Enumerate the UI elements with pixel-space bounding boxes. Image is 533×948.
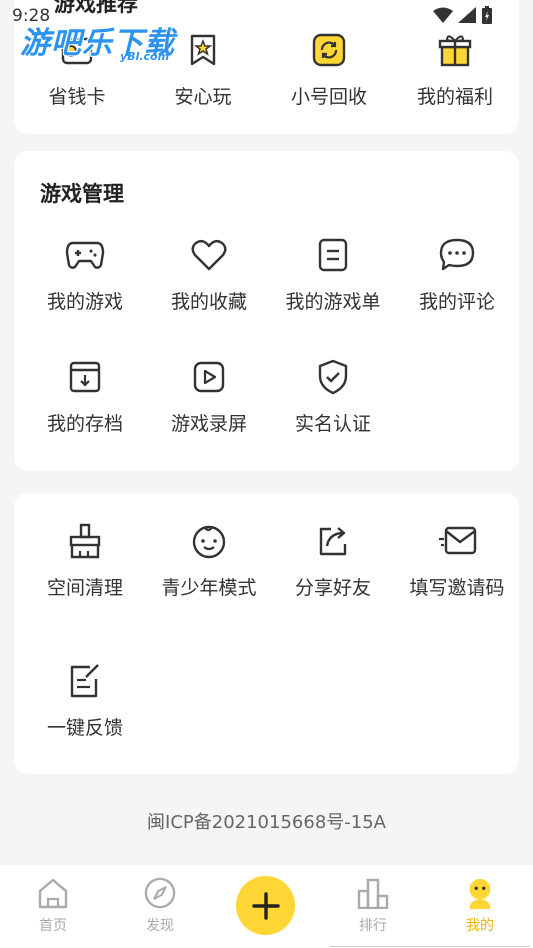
compass-icon — [144, 877, 176, 909]
plus-icon — [251, 891, 280, 920]
my-favorites-label: 我的收藏 — [170, 291, 247, 313]
shield-check-icon — [313, 357, 353, 397]
game-recording-label: 游戏录屏 — [170, 413, 247, 435]
my-game-list-button[interactable]: 我的游戏单 — [270, 235, 396, 314]
signal-icon — [458, 7, 476, 23]
tab-home-label: 首页 — [39, 918, 67, 934]
bookmark-star-icon — [183, 30, 223, 70]
status-icons — [433, 6, 493, 24]
tab-ranking-label: 排行 — [359, 918, 387, 934]
my-games-label: 我的游戏 — [46, 291, 123, 313]
my-welfare-button[interactable]: 我的福利 — [392, 30, 518, 109]
tab-profile-label: 我的 — [466, 918, 494, 934]
savings-card-label: 省钱卡 — [48, 86, 106, 108]
watermark-sub: yBl.com — [120, 50, 170, 63]
space-clean-label: 空间清理 — [46, 577, 123, 599]
invite-code-label: 填写邀请码 — [409, 577, 505, 599]
envelope-icon — [437, 521, 477, 561]
my-comments-button[interactable]: 我的评论 — [394, 235, 520, 314]
real-name-auth-button[interactable]: 实名认证 — [270, 357, 396, 436]
list-icon — [313, 235, 353, 275]
tab-ranking[interactable]: 排行 — [333, 877, 413, 935]
icp-record[interactable]: 闽ICP备2021015668号-15A — [0, 808, 533, 834]
game-management-title: 游戏管理 — [40, 182, 124, 206]
my-archive-button[interactable]: 我的存档 — [22, 357, 148, 436]
tab-discover[interactable]: 发现 — [120, 877, 200, 935]
home-icon — [38, 878, 68, 909]
teen-mode-label: 青少年模式 — [161, 577, 257, 599]
broom-icon — [65, 521, 105, 561]
feedback-label: 一键反馈 — [46, 717, 123, 739]
safe-play-label: 安心玩 — [174, 86, 232, 108]
profile-icon — [469, 878, 491, 909]
heart-icon — [189, 235, 229, 275]
gesture-bar — [330, 946, 530, 947]
recycle-icon — [309, 30, 349, 70]
child-face-icon — [189, 521, 229, 561]
add-fab-button[interactable] — [236, 876, 295, 935]
my-favorites-button[interactable]: 我的收藏 — [146, 235, 272, 314]
teen-mode-button[interactable]: 青少年模式 — [146, 521, 272, 600]
play-icon — [189, 357, 229, 397]
archive-icon — [65, 357, 105, 397]
share-icon — [313, 521, 353, 561]
battery-icon — [482, 6, 492, 24]
comment-icon — [437, 235, 477, 275]
game-recording-button[interactable]: 游戏录屏 — [146, 357, 272, 436]
tab-profile[interactable]: 我的 — [440, 877, 520, 935]
wifi-icon — [433, 7, 453, 23]
invite-code-button[interactable]: 填写邀请码 — [394, 521, 520, 600]
share-friends-button[interactable]: 分享好友 — [270, 521, 396, 600]
gamepad-icon — [65, 235, 105, 275]
my-games-button[interactable]: 我的游戏 — [22, 235, 148, 314]
ranking-icon — [357, 878, 389, 910]
my-archive-label: 我的存档 — [46, 413, 123, 435]
feedback-button[interactable]: 一键反馈 — [22, 661, 148, 740]
game-management-card: 游戏管理 我的游戏 我的收藏 我的游戏单 我的评论 我的存档 游戏录屏 实名认证 — [14, 151, 519, 471]
tab-home[interactable]: 首页 — [13, 877, 93, 935]
account-recycle-button[interactable]: 小号回收 — [266, 30, 392, 109]
tools-card: 空间清理 青少年模式 分享好友 填写邀请码 一键反馈 — [14, 493, 519, 774]
real-name-auth-label: 实名认证 — [294, 413, 371, 435]
gift-icon — [435, 30, 475, 70]
space-clean-button[interactable]: 空间清理 — [22, 521, 148, 600]
share-friends-label: 分享好友 — [294, 577, 371, 599]
account-recycle-label: 小号回收 — [290, 86, 367, 108]
my-welfare-label: 我的福利 — [416, 86, 493, 108]
my-comments-label: 我的评论 — [418, 291, 495, 313]
my-game-list-label: 我的游戏单 — [285, 291, 381, 313]
feedback-icon — [65, 661, 105, 701]
tab-discover-label: 发现 — [146, 918, 174, 934]
bottom-tabbar: 首页 发现 排行 我的 — [0, 864, 533, 948]
